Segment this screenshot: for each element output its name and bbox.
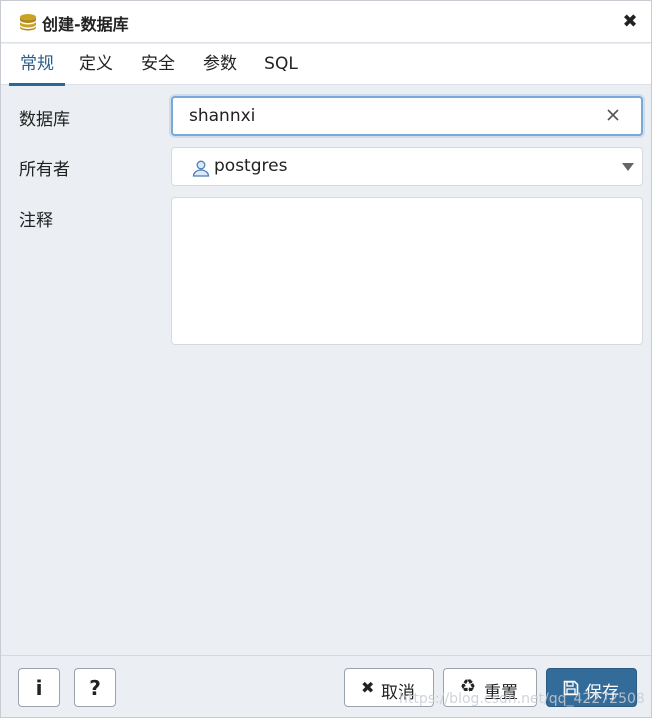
- cancel-label: 取消: [381, 683, 415, 703]
- reset-button[interactable]: ♻ 重置: [443, 668, 537, 707]
- dialog-title: 创建-数据库: [42, 15, 129, 34]
- tab-bar: 常规 定义 安全 参数 SQL: [1, 44, 651, 86]
- clear-x-icon[interactable]: [605, 107, 621, 123]
- cancel-button[interactable]: ✖ 取消: [344, 668, 434, 707]
- owner-label: 所有者: [19, 160, 70, 180]
- save-button[interactable]: 保存: [546, 668, 637, 707]
- reset-label: 重置: [484, 683, 518, 703]
- owner-select[interactable]: postgres: [171, 147, 643, 186]
- tab-parameters[interactable]: 参数: [195, 44, 245, 85]
- user-icon: [192, 160, 210, 177]
- tab-general[interactable]: 常规: [9, 44, 65, 86]
- caret-down-icon[interactable]: [622, 163, 634, 171]
- help-icon: ?: [89, 676, 101, 700]
- close-icon[interactable]: ✖: [619, 11, 641, 33]
- comment-label: 注释: [19, 211, 53, 231]
- info-icon: i: [35, 676, 43, 700]
- help-button[interactable]: ?: [74, 668, 116, 707]
- save-label: 保存: [585, 683, 619, 703]
- tab-security[interactable]: 安全: [133, 44, 183, 85]
- database-icon: [20, 14, 36, 31]
- tab-sql[interactable]: SQL: [257, 44, 305, 85]
- comment-textarea[interactable]: [171, 197, 643, 345]
- owner-value: postgres: [214, 156, 288, 176]
- database-label: 数据库: [19, 110, 70, 130]
- dialog-titlebar: 创建-数据库 ✖: [1, 1, 651, 43]
- database-name-value: shannxi: [189, 106, 256, 126]
- times-icon: ✖: [361, 678, 375, 697]
- dialog-footer: i ? ✖ 取消 ♻ 重置 保存: [1, 655, 651, 717]
- create-database-dialog: 创建-数据库 ✖ 常规 定义 安全 参数 SQL 数据库 shannxi 所有者…: [0, 0, 652, 718]
- info-button[interactable]: i: [18, 668, 60, 707]
- save-icon: [563, 680, 579, 696]
- database-name-input[interactable]: shannxi: [171, 96, 643, 136]
- tab-definition[interactable]: 定义: [71, 44, 121, 85]
- recycle-icon: ♻: [460, 676, 477, 697]
